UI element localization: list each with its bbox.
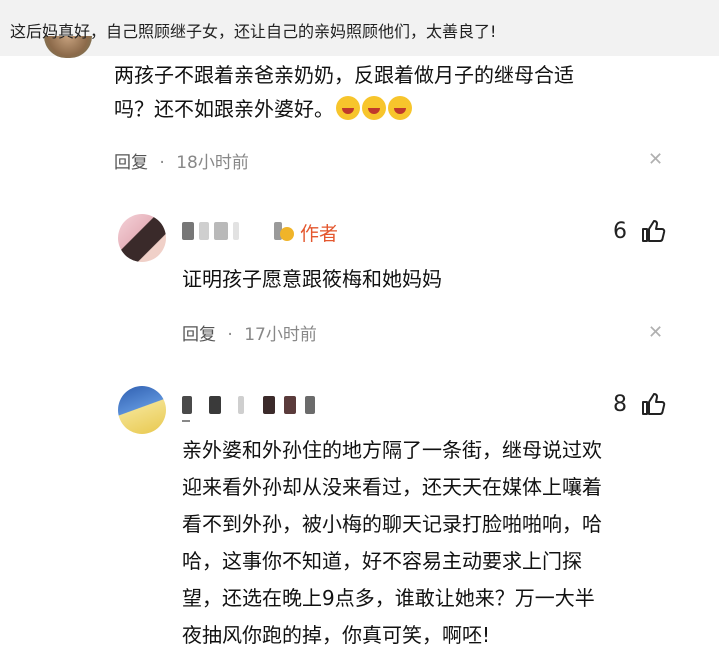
comment-body-line: 两孩子不跟着亲爸亲奶奶，反跟着做月子的继母合适	[114, 63, 574, 87]
laughing-crying-emoji-icon	[362, 96, 386, 120]
comment-body: 两孩子不跟着亲爸亲奶奶，反跟着做月子的继母合适 吗？还不如跟亲外婆好。	[114, 58, 574, 126]
reply-button[interactable]: 回复	[114, 153, 148, 173]
reply-body: 证明孩子愿意跟筱梅和她妈妈	[182, 267, 442, 291]
close-icon[interactable]: ✕	[648, 149, 663, 170]
meta-separator: ·	[159, 153, 165, 173]
close-icon[interactable]: ✕	[648, 322, 663, 343]
laughing-crying-emoji-icon	[336, 96, 360, 120]
reply-body: 亲外婆和外孙住的地方隔了一条街，继母说过欢 迎来看外孙却从没来看过，还天天在媒体…	[182, 432, 602, 654]
reply-body-line: 迎来看外孙却从没来看过，还天天在媒体上嚷着	[182, 475, 602, 499]
like-count: 8	[613, 392, 627, 417]
author-badge-icon	[280, 227, 294, 241]
laughing-crying-emoji-icon	[388, 96, 412, 120]
reply-avatar[interactable]	[118, 386, 166, 434]
reply-body-line: 哈，这事你不知道，好不容易主动要求上门探	[182, 549, 582, 573]
reply-body-line: 看不到外孙，被小梅的聊天记录打脸啪啪响，哈	[182, 512, 602, 536]
meta-separator: ·	[227, 325, 233, 345]
comment-body-line: 吗？还不如跟亲外婆好。	[114, 92, 574, 126]
reply-body-line: 望，还选在晚上9点多，谁敢让她来？万一大半	[182, 586, 595, 610]
reply-body-line: 亲外婆和外孙住的地方隔了一条街，继母说过欢	[182, 438, 602, 462]
reply-time: 17小时前	[244, 325, 317, 345]
reply-username-blurred[interactable]	[182, 394, 316, 414]
author-badge: 作者	[280, 219, 338, 246]
reply-avatar[interactable]	[118, 214, 166, 262]
comment-meta: 回复 · 18小时前	[114, 148, 249, 173]
text-dash-mark	[182, 420, 190, 422]
like-count: 6	[613, 219, 627, 244]
reply-body-line: 夜抽风你跑的掉，你真可笑，啊呸!	[182, 623, 491, 647]
quoted-comment-text: 这后妈真好，自己照顾继子女，还让自己的亲妈照顾他们，太善良了!	[10, 22, 497, 41]
reply-button[interactable]: 回复	[182, 325, 216, 345]
reply-username-blurred[interactable]	[182, 220, 283, 240]
thumbs-up-icon[interactable]	[640, 391, 666, 421]
reply-meta: 回复 · 17小时前	[182, 320, 317, 345]
thumbs-up-icon[interactable]	[640, 218, 666, 248]
comment-time: 18小时前	[176, 153, 249, 173]
